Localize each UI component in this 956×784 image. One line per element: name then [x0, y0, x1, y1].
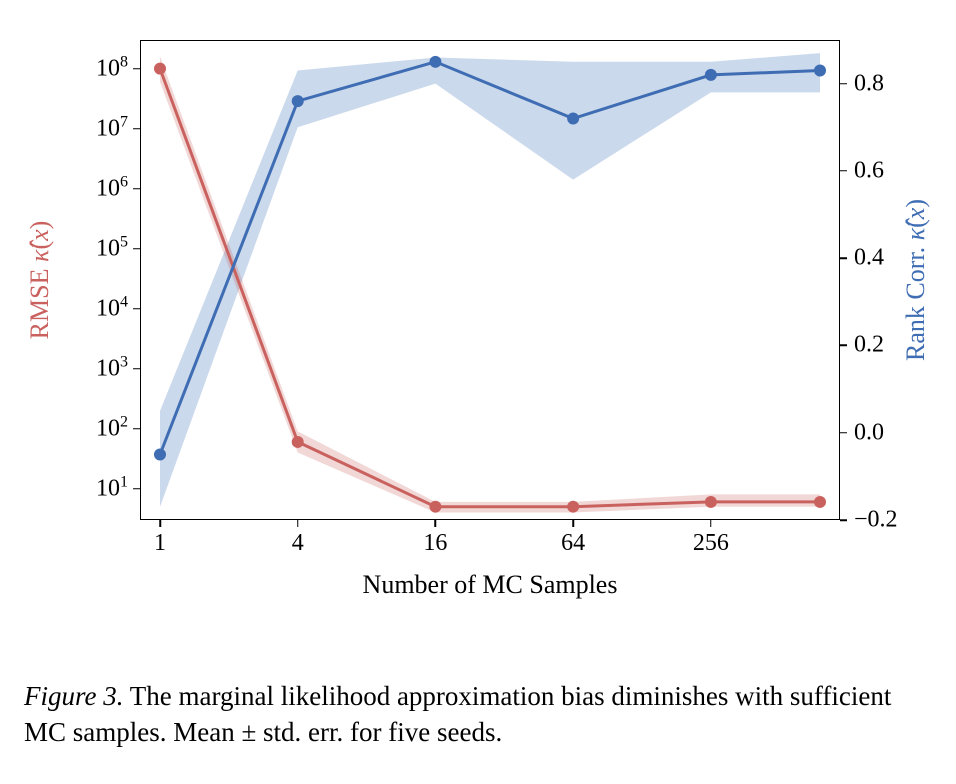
y-right-tick-label: 0.2 [854, 332, 884, 359]
y-left-tick-mark [133, 308, 140, 310]
x-tick-mark [435, 520, 437, 527]
plot-area: 141664256 101102103104105106107108 −0.20… [140, 40, 840, 520]
x-tick-mark [297, 520, 299, 527]
rank-corr-point [567, 113, 579, 125]
y-left-tick-mark [133, 428, 140, 430]
rank-corr-points [154, 56, 826, 461]
y-right-tick-label: −0.2 [854, 507, 898, 534]
y-right-tick-mark [840, 519, 847, 521]
rmse-line [160, 69, 820, 507]
y-left-tick-mark [133, 368, 140, 370]
y-left-tick-mark [133, 188, 140, 190]
y-left-tick-mark [133, 488, 140, 490]
y-axis-right-label: Rank Corr. κ̂(x) [901, 199, 931, 361]
y-left-tick-label: 107 [96, 115, 128, 142]
rank-corr-point [292, 95, 304, 107]
y-right-tick-label: 0.4 [854, 245, 884, 272]
rmse-point [814, 496, 826, 508]
y-axis-right-label-prefix: Rank Corr. [901, 240, 930, 361]
y-left-tick-mark [133, 68, 140, 70]
y-left-tick-label: 105 [96, 235, 128, 262]
kappa-hat-left: κ̂ [25, 250, 54, 262]
figure-number: Figure 3. [24, 681, 123, 711]
y-right-tick-mark [840, 83, 847, 85]
y-axis-left-label: RMSE κ̂(x) [25, 221, 55, 340]
x-tick-label: 16 [423, 530, 447, 557]
x-axis-label: Number of MC Samples [363, 570, 618, 600]
x-tick-label: 64 [561, 530, 585, 557]
y-left-tick-label: 104 [96, 295, 128, 322]
y-right-tick-mark [840, 432, 847, 434]
figure-caption: Figure 3. The marginal likelihood approx… [24, 678, 932, 751]
y-right-tick-mark [840, 345, 847, 347]
rmse-point [429, 501, 441, 513]
x-tick-mark [710, 520, 712, 527]
chart: RMSE κ̂(x) Rank Corr. κ̂(x) Number of MC… [0, 0, 956, 620]
x-tick-mark [572, 520, 574, 527]
rank-corr-point [705, 69, 717, 81]
rank-corr-point [814, 65, 826, 77]
x-tick-mark [159, 520, 161, 527]
rmse-point [567, 501, 579, 513]
y-left-tick-label: 108 [96, 55, 128, 82]
rank-corr-point [154, 449, 166, 461]
x-tick-label: 4 [292, 530, 304, 557]
x-tick-label: 1 [154, 530, 166, 557]
figure-caption-text: The marginal likelihood approximation bi… [24, 681, 891, 747]
rmse-point [292, 436, 304, 448]
y-left-tick-label: 102 [96, 415, 128, 442]
y-right-tick-label: 0.6 [854, 157, 884, 184]
y-left-tick-label: 101 [96, 475, 128, 502]
y-left-tick-label: 103 [96, 355, 128, 382]
kappa-hat-right: κ̂ [901, 228, 930, 240]
y-right-tick-label: 0.0 [854, 419, 884, 446]
rmse-point [154, 63, 166, 75]
lines-layer [140, 40, 840, 520]
rank-corr-point [429, 56, 441, 68]
y-right-tick-label: 0.8 [854, 70, 884, 97]
figure-container: RMSE κ̂(x) Rank Corr. κ̂(x) Number of MC… [0, 0, 956, 784]
x-tick-label: 256 [693, 530, 729, 557]
rmse-point [705, 496, 717, 508]
rank-corr-line [160, 62, 820, 455]
y-right-tick-mark [840, 257, 847, 259]
y-right-tick-mark [840, 170, 847, 172]
y-axis-left-label-prefix: RMSE [25, 262, 54, 339]
y-left-tick-label: 106 [96, 175, 128, 202]
y-left-tick-mark [133, 248, 140, 250]
y-left-tick-mark [133, 128, 140, 130]
rmse-points [154, 63, 826, 513]
